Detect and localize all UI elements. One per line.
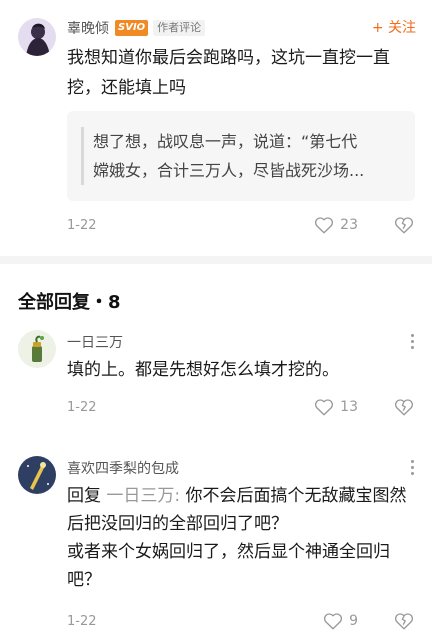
dislike-button[interactable] <box>394 216 414 234</box>
reply-line: 吧？ <box>67 570 101 590</box>
like-icon <box>324 613 343 630</box>
reply-author[interactable]: 一日三万 <box>67 332 123 352</box>
reply-prefix: 回复 <box>67 486 101 506</box>
comment-text: 我想知道你最后会跑路吗，这坑一直挖一直挖，还能填上吗 <box>67 48 390 98</box>
avatar[interactable] <box>18 18 56 56</box>
more-icon[interactable] <box>410 460 414 478</box>
quote-line: 嫦娥女，合计三万人，尽皆战死沙场... <box>93 161 365 180</box>
reply-meta: 1-22 9 <box>67 610 414 632</box>
quote-text: 想了想，战叹息一声，说道：“第七代 嫦娥女，合计三万人，尽皆战死沙场... <box>93 127 405 185</box>
reply-author[interactable]: 喜欢四季梨的包成 <box>67 458 179 478</box>
section-divider <box>0 256 432 264</box>
reply-date: 1-22 <box>67 613 97 629</box>
reply-text: 填的上。都是先想好怎么填才挖的。 <box>67 360 339 380</box>
avatar-image <box>18 18 56 56</box>
reply-item: 喜欢四季梨的包成 回复 一日三万: 你不会后面搞个无敌藏宝图然 后把没回归的全部… <box>0 452 432 640</box>
reply-item: 一日三万 填的上。都是先想好怎么填才挖的。 1-22 13 <box>0 326 432 426</box>
like-count: 13 <box>340 399 358 415</box>
quote-line: 想了想，战叹息一声，说道：“第七代 <box>93 132 358 151</box>
reply-line: 或者来个女娲回归了，然后显个神通全回归 <box>67 542 390 562</box>
reply-text: 回复 一日三万: 你不会后面搞个无敌藏宝图然 后把没回归的全部回归了吧？ 或者来… <box>67 482 419 594</box>
like-count: 23 <box>340 217 358 233</box>
more-icon[interactable] <box>410 334 414 352</box>
like-icon <box>315 399 334 416</box>
reply-date: 1-22 <box>67 399 97 415</box>
follow-button[interactable]: + 关注 <box>372 18 416 38</box>
reply-line-text: 你不会后面搞个无敌藏宝图然 <box>185 486 407 506</box>
author-row: 辜晚倾 SVIO 作者评论 <box>67 18 206 38</box>
avatar[interactable] <box>18 456 56 494</box>
dislike-icon <box>394 399 414 416</box>
comment-meta: 1-22 23 <box>67 214 414 236</box>
replies-header: 全部回复・8 <box>18 292 121 313</box>
level-badge: SVIO <box>115 20 149 36</box>
avatar[interactable] <box>18 330 56 368</box>
dislike-icon <box>394 613 414 630</box>
main-comment: 辜晚倾 SVIO 作者评论 + 关注 我想知道你最后会跑路吗，这坑一直挖一直挖，… <box>0 0 432 256</box>
avatar-image <box>18 456 56 494</box>
dislike-button[interactable] <box>394 612 414 630</box>
avatar-image <box>18 330 56 368</box>
reply-meta: 1-22 13 <box>67 396 414 418</box>
dislike-icon <box>394 217 414 234</box>
like-count: 9 <box>349 613 358 629</box>
like-button[interactable]: 13 <box>314 398 358 416</box>
dislike-button[interactable] <box>394 398 414 416</box>
author-comment-tag: 作者评论 <box>153 20 206 36</box>
like-button[interactable]: 9 <box>323 612 358 630</box>
reply-line: 后把没回归的全部回归了吧？ <box>67 514 288 534</box>
quoted-excerpt[interactable]: 想了想，战叹息一声，说道：“第七代 嫦娥女，合计三万人，尽皆战死沙场... <box>67 111 415 201</box>
like-icon <box>315 217 334 234</box>
reply-line: 回复 一日三万: 你不会后面搞个无敌藏宝图然 <box>67 482 419 510</box>
comment-date: 1-22 <box>67 217 97 233</box>
like-button[interactable]: 23 <box>314 216 358 234</box>
author-name[interactable]: 辜晚倾 <box>67 18 109 38</box>
quote-bar <box>81 127 84 185</box>
reply-target[interactable]: 一日三万: <box>106 486 180 506</box>
